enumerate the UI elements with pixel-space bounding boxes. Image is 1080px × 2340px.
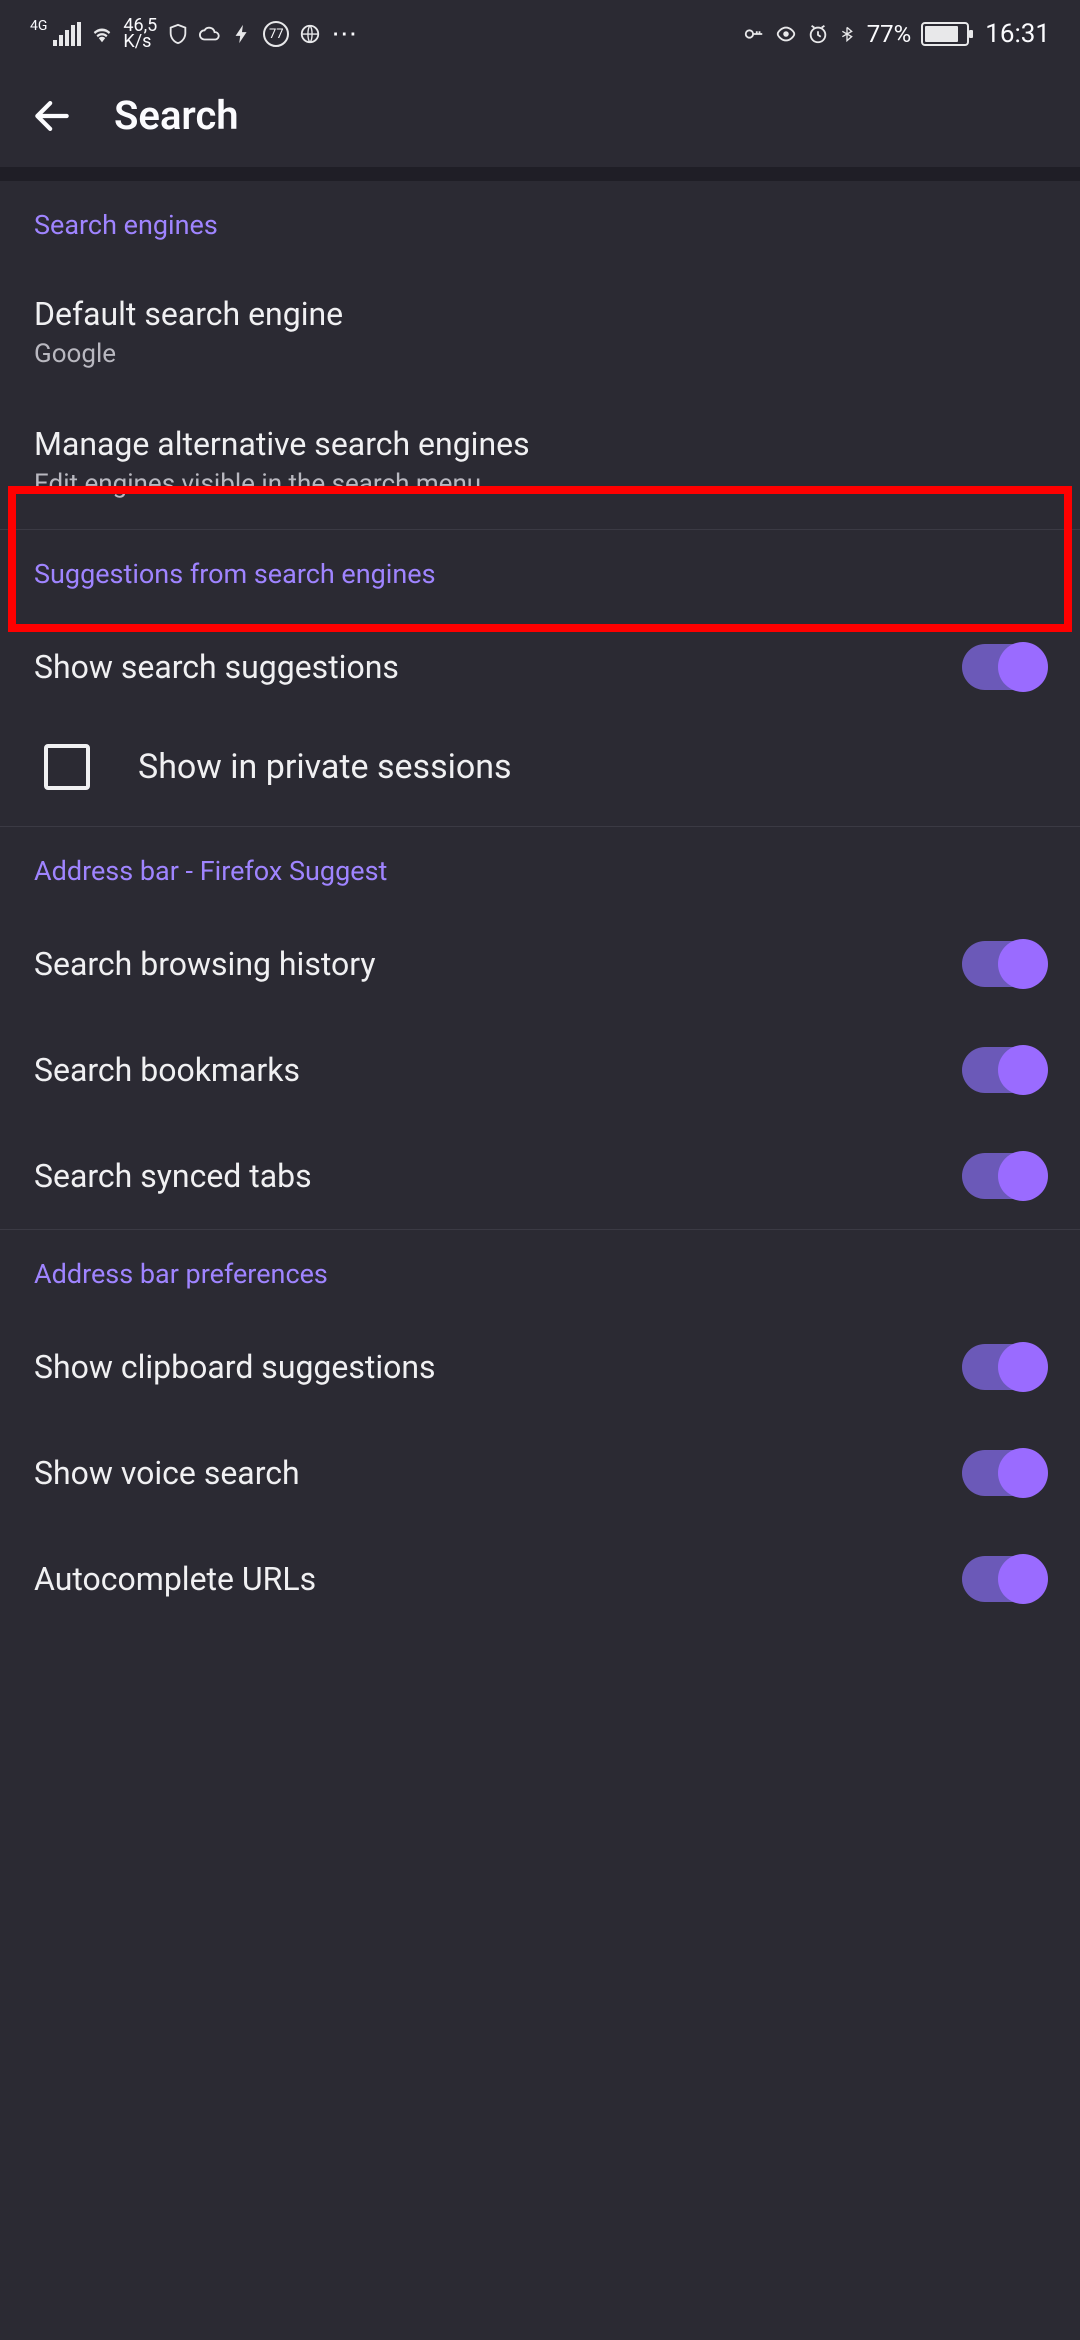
search-bookmarks-row[interactable]: Search bookmarks	[0, 1017, 1080, 1123]
show-in-private-row[interactable]: Show in private sessions	[0, 720, 1080, 826]
status-bar: 4G 46,5 K/s 77 ⋯ 77% 16:31	[0, 0, 1080, 64]
section-header-search-engines: Search engines	[0, 181, 1080, 265]
section-header-suggestions: Suggestions from search engines	[0, 530, 1080, 614]
voice-search-row[interactable]: Show voice search	[0, 1420, 1080, 1526]
back-arrow-icon[interactable]	[30, 94, 74, 138]
section-divider	[0, 167, 1080, 181]
cloud-icon	[199, 23, 221, 45]
wifi-icon	[91, 23, 113, 45]
show-suggestions-label: Show search suggestions	[34, 648, 399, 686]
section-header-firefox-suggest: Address bar - Firefox Suggest	[0, 827, 1080, 911]
shield-icon	[167, 23, 189, 45]
show-suggestions-toggle[interactable]	[962, 644, 1046, 690]
key-icon	[743, 23, 765, 45]
clock-label: 16:31	[985, 19, 1050, 49]
manage-alt-title: Manage alternative search engines	[34, 425, 530, 463]
manage-alt-sub: Edit engines visible in the search menu	[34, 469, 530, 499]
more-notifications-icon: ⋯	[331, 19, 359, 49]
notification-badge: 77	[263, 21, 289, 47]
autocomplete-urls-row[interactable]: Autocomplete URLs	[0, 1526, 1080, 1632]
autocomplete-label: Autocomplete URLs	[34, 1560, 316, 1598]
signal-icon	[53, 22, 81, 46]
search-history-label: Search browsing history	[34, 945, 376, 983]
clipboard-label: Show clipboard suggestions	[34, 1348, 436, 1386]
section-header-address-prefs: Address bar preferences	[0, 1230, 1080, 1314]
manage-alternative-engines-row[interactable]: Manage alternative search engines Edit e…	[0, 399, 1080, 529]
search-synced-label: Search synced tabs	[34, 1157, 312, 1195]
app-bar: Search	[0, 64, 1080, 167]
show-private-label: Show in private sessions	[138, 747, 512, 787]
alarm-icon	[807, 23, 829, 45]
show-private-checkbox[interactable]	[44, 744, 90, 790]
battery-percentage-label: 77%	[867, 20, 912, 48]
voice-label: Show voice search	[34, 1454, 300, 1492]
search-synced-toggle[interactable]	[962, 1153, 1046, 1199]
clipboard-toggle[interactable]	[962, 1344, 1046, 1390]
default-engine-title: Default search engine	[34, 295, 343, 333]
search-history-row[interactable]: Search browsing history	[0, 911, 1080, 1017]
default-engine-value: Google	[34, 339, 343, 369]
search-bookmarks-label: Search bookmarks	[34, 1051, 300, 1089]
network-speed-label: 46,5 K/s	[123, 18, 157, 50]
clipboard-suggestions-row[interactable]: Show clipboard suggestions	[0, 1314, 1080, 1420]
default-search-engine-row[interactable]: Default search engine Google	[0, 265, 1080, 399]
bluetooth-icon	[839, 23, 855, 45]
search-synced-row[interactable]: Search synced tabs	[0, 1123, 1080, 1229]
search-bookmarks-toggle[interactable]	[962, 1047, 1046, 1093]
autocomplete-toggle[interactable]	[962, 1556, 1046, 1602]
bolt-icon	[231, 23, 253, 45]
battery-icon	[921, 22, 969, 46]
search-history-toggle[interactable]	[962, 941, 1046, 987]
network-type-label: 4G	[30, 18, 47, 34]
voice-toggle[interactable]	[962, 1450, 1046, 1496]
page-title: Search	[114, 92, 239, 139]
globe-icon	[299, 23, 321, 45]
eye-icon	[775, 23, 797, 45]
show-search-suggestions-row[interactable]: Show search suggestions	[0, 614, 1080, 720]
